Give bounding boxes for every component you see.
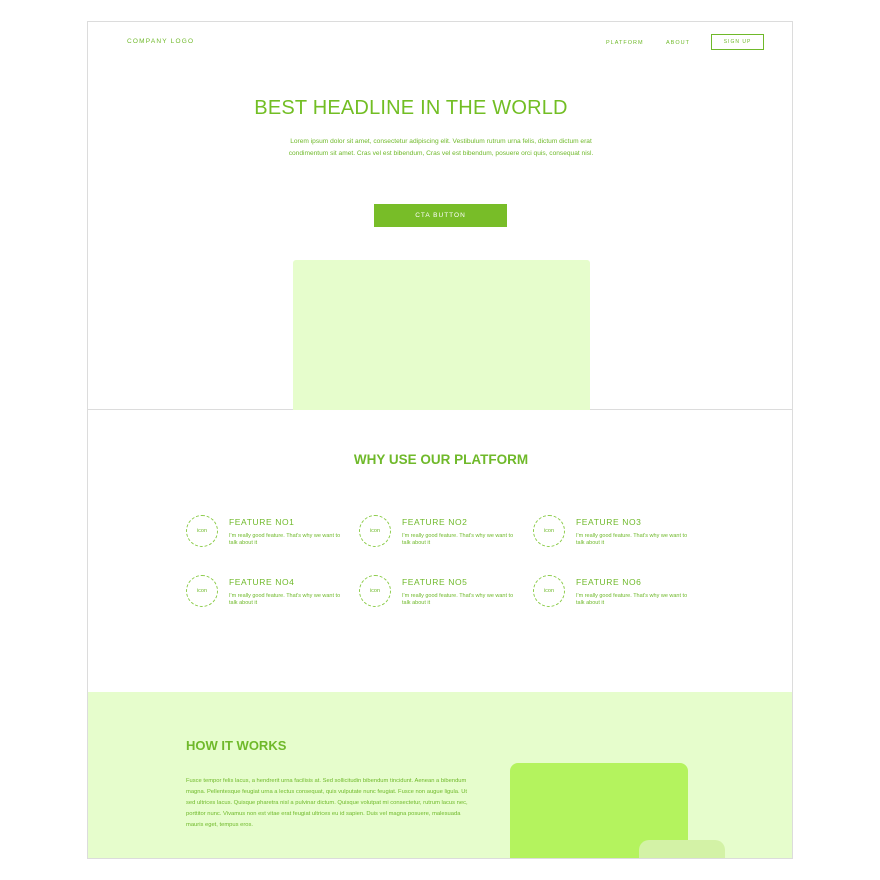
nav-platform-link[interactable]: PLATFORM xyxy=(606,40,644,46)
feature-icon: icon xyxy=(186,515,218,547)
cta-button[interactable]: CTA BUTTON xyxy=(374,204,507,227)
feature-icon: icon xyxy=(359,575,391,607)
hero-headline: BEST HEADLINE IN THE WORLD xyxy=(254,97,568,119)
feature-description: I'm really good feature. That's why we w… xyxy=(576,533,688,546)
how-body-text: Fusce tempor felis lacus, a hendrerit ur… xyxy=(186,778,468,828)
feature-title: FEATURE NO1 xyxy=(229,517,295,527)
landing-page-frame: COMPANY LOGO PLATFORM ABOUT SIGN UP BEST… xyxy=(87,21,793,859)
feature-icon: icon xyxy=(359,515,391,547)
feature-icon: icon xyxy=(533,515,565,547)
hero-image-placeholder xyxy=(293,260,590,410)
sign-up-button[interactable]: SIGN UP xyxy=(711,34,764,50)
how-it-works-section: HOW IT WORKS Fusce tempor felis lacus, a… xyxy=(88,692,792,858)
feature-description: I'm really good feature. That's why we w… xyxy=(229,593,341,606)
feature-item-6: icon FEATURE NO6 I'm really good feature… xyxy=(533,575,703,615)
feature-title: FEATURE NO2 xyxy=(402,517,468,527)
feature-description: I'm really good feature. That's why we w… xyxy=(402,533,514,546)
feature-description: I'm really good feature. That's why we w… xyxy=(576,593,688,606)
feature-item-2: icon FEATURE NO2 I'm really good feature… xyxy=(359,515,529,555)
feature-item-1: icon FEATURE NO1 I'm really good feature… xyxy=(186,515,356,555)
feature-item-3: icon FEATURE NO3 I'm really good feature… xyxy=(533,515,703,555)
feature-title: FEATURE NO3 xyxy=(576,517,642,527)
feature-title: FEATURE NO5 xyxy=(402,577,468,587)
feature-icon: icon xyxy=(533,575,565,607)
why-section-title: WHY USE OUR PLATFORM xyxy=(353,452,529,467)
company-logo[interactable]: COMPANY LOGO xyxy=(127,38,194,45)
feature-item-5: icon FEATURE NO5 I'm really good feature… xyxy=(359,575,529,615)
feature-title: FEATURE NO4 xyxy=(229,577,295,587)
hero-section: COMPANY LOGO PLATFORM ABOUT SIGN UP BEST… xyxy=(88,22,792,410)
hero-lead-text: Lorem ipsum dolor sit amet, consectetur … xyxy=(288,138,594,158)
how-secondary-shape xyxy=(639,840,725,858)
feature-title: FEATURE NO6 xyxy=(576,577,642,587)
feature-description: I'm really good feature. That's why we w… xyxy=(402,593,514,606)
feature-item-4: icon FEATURE NO4 I'm really good feature… xyxy=(186,575,356,615)
nav-about-link[interactable]: ABOUT xyxy=(666,40,690,46)
feature-description: I'm really good feature. That's why we w… xyxy=(229,533,341,546)
feature-icon: icon xyxy=(186,575,218,607)
how-section-title: HOW IT WORKS xyxy=(186,738,287,753)
